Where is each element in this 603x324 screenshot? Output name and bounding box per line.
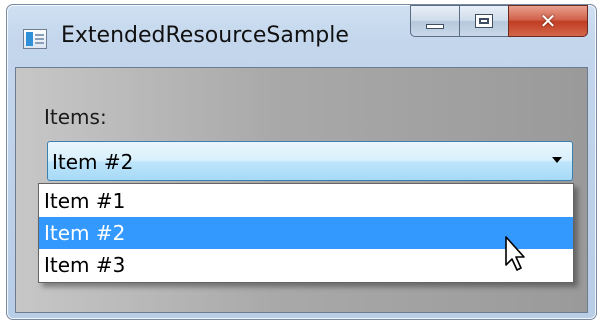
combobox-dropdown-list: Item #1 Item #2 Item #3 xyxy=(38,183,574,283)
combobox-selected-value: Item #2 xyxy=(52,150,134,174)
items-label: Items: xyxy=(44,105,107,129)
app-window-icon xyxy=(23,29,47,49)
minimize-button[interactable] xyxy=(410,5,460,37)
list-item-item-2[interactable]: Item #2 xyxy=(39,217,573,249)
mouse-pointer-icon xyxy=(505,236,525,271)
dropdown-arrow-icon[interactable] xyxy=(552,157,562,163)
minimize-icon xyxy=(426,23,444,29)
close-button[interactable]: ✕ xyxy=(508,5,588,37)
close-icon: ✕ xyxy=(539,9,557,33)
window-title: ExtendedResourceSample xyxy=(61,23,349,48)
list-item-item-1[interactable]: Item #1 xyxy=(39,185,573,217)
list-item-item-3[interactable]: Item #3 xyxy=(39,249,573,281)
title-bar[interactable]: ExtendedResourceSample ✕ xyxy=(7,5,596,67)
maximize-icon xyxy=(475,14,493,28)
maximize-button[interactable] xyxy=(459,5,509,37)
caption-buttons: ✕ xyxy=(410,5,588,39)
items-combobox[interactable]: Item #2 xyxy=(47,141,573,181)
